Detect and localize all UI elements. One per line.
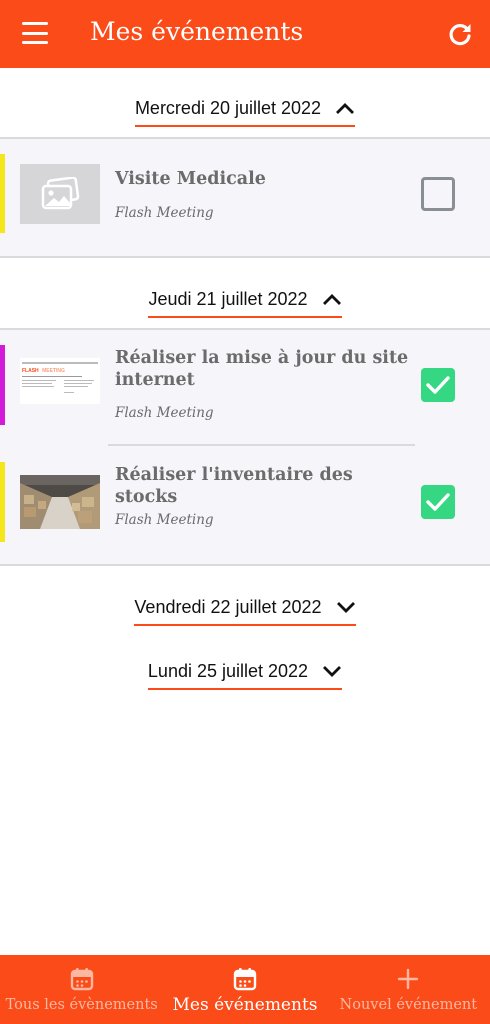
date-label: Vendredi 22 juillet 2022 xyxy=(134,596,322,617)
calendar-icon xyxy=(70,968,93,991)
event-item[interactable]: Visite Medicale Flash Meeting xyxy=(0,139,490,256)
event-subtitle: Flash Meeting xyxy=(115,512,214,528)
date-group-header: Lundi 25 juillet 2022 xyxy=(0,655,490,695)
event-color-bar xyxy=(0,345,5,425)
event-checkbox[interactable] xyxy=(421,368,455,402)
divider xyxy=(0,256,490,258)
nav-label: Mes événements xyxy=(172,995,318,1015)
event-list: Visite Medicale Flash Meeting xyxy=(0,139,490,256)
menu-icon[interactable] xyxy=(22,22,48,44)
event-title: Réaliser la mise à jour du site internet xyxy=(115,348,409,390)
event-separator xyxy=(108,444,415,446)
nav-my-events[interactable]: Mes événements xyxy=(163,955,326,1024)
refresh-icon[interactable] xyxy=(446,20,474,48)
app-screen: Mes événements Mercredi 20 juillet 2022 xyxy=(0,0,490,1024)
event-item[interactable]: FLASH MEETING Réaliser la mise à jour du… xyxy=(0,330,490,445)
event-list: FLASH MEETING Réaliser la mise à jour du… xyxy=(0,330,490,564)
warehouse-photo xyxy=(20,475,100,529)
chevron-up-icon xyxy=(336,103,355,114)
chevron-up-icon xyxy=(322,294,341,305)
event-checkbox[interactable] xyxy=(421,485,455,519)
date-toggle-button[interactable]: Jeudi 21 juillet 2022 xyxy=(148,288,342,318)
image-placeholder-icon xyxy=(20,164,100,224)
date-toggle-button[interactable]: Vendredi 22 juillet 2022 xyxy=(134,596,356,626)
event-subtitle: Flash Meeting xyxy=(115,405,214,421)
event-checkbox[interactable] xyxy=(421,177,455,211)
nav-label: Nouvel événement xyxy=(339,997,478,1013)
event-subtitle: Flash Meeting xyxy=(115,205,214,221)
calendar-icon xyxy=(233,968,257,991)
date-toggle-button[interactable]: Mercredi 20 juillet 2022 xyxy=(134,97,356,127)
bottom-navigation: Tous les évènements Mes événements Nouve… xyxy=(0,955,490,1024)
checkmark-icon xyxy=(426,376,450,394)
date-label: Lundi 25 juillet 2022 xyxy=(147,660,309,681)
nav-new-event[interactable]: Nouvel événement xyxy=(327,955,490,1024)
checkmark-icon xyxy=(426,493,450,511)
plus-icon xyxy=(398,968,419,990)
date-label: Mercredi 20 juillet 2022 xyxy=(134,97,322,118)
nav-label: Tous les évènements xyxy=(5,997,158,1013)
nav-all-events[interactable]: Tous les évènements xyxy=(0,955,163,1024)
date-group-header: Jeudi 21 juillet 2022 xyxy=(0,283,490,323)
page-title: Mes événements xyxy=(90,17,304,46)
event-color-bar xyxy=(0,154,5,233)
document-thumbnail: FLASH MEETING xyxy=(20,358,100,404)
date-toggle-button[interactable]: Lundi 25 juillet 2022 xyxy=(147,660,343,690)
date-label: Jeudi 21 juillet 2022 xyxy=(148,288,308,309)
event-title: Visite Medicale xyxy=(115,169,266,189)
event-title: Réaliser l'inventaire des stocks xyxy=(115,465,353,507)
event-item[interactable]: Réaliser l'inventaire des stocks Flash M… xyxy=(0,448,490,562)
date-group-header: Mercredi 20 juillet 2022 xyxy=(0,92,490,132)
chevron-down-icon xyxy=(336,602,355,613)
event-color-bar xyxy=(0,462,5,542)
app-header: Mes événements xyxy=(0,0,490,68)
divider xyxy=(0,564,490,566)
date-group-header: Vendredi 22 juillet 2022 xyxy=(0,591,490,631)
chevron-down-icon xyxy=(323,666,342,677)
